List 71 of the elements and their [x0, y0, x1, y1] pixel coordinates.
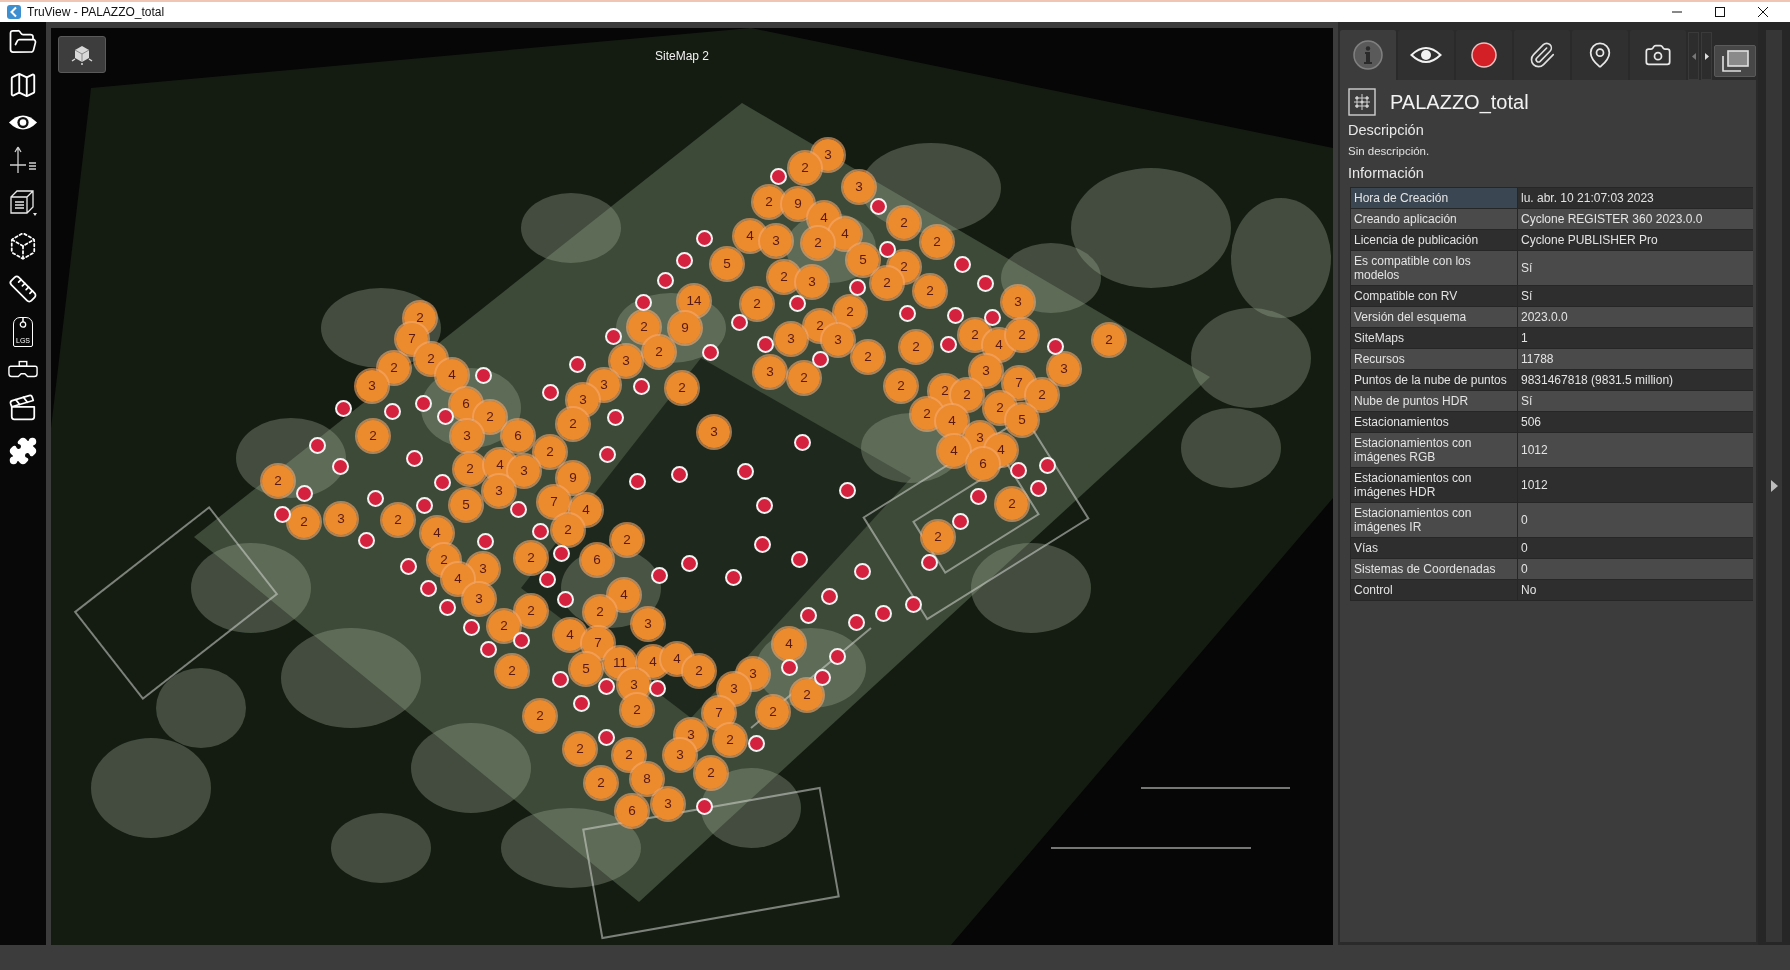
- float-panel-button[interactable]: [1714, 45, 1756, 77]
- app-logo-icon: [7, 5, 21, 19]
- property-value: 1012: [1518, 468, 1753, 502]
- cube-icon[interactable]: [8, 188, 38, 218]
- property-label: Estacionamientos: [1351, 412, 1517, 432]
- property-value: 0: [1518, 538, 1753, 558]
- description-text: Sin descripción.: [1348, 145, 1430, 157]
- folded-map-icon[interactable]: [8, 70, 38, 100]
- information-heading: Información: [1348, 165, 1424, 181]
- caret-right-icon: [1770, 480, 1778, 492]
- property-value: Sí: [1518, 251, 1753, 285]
- description-heading: Descripción: [1348, 122, 1424, 138]
- property-label: Recursos: [1351, 349, 1517, 369]
- property-label: Puntos de la nube de puntos: [1351, 370, 1517, 390]
- clapperboard-icon[interactable]: [8, 393, 38, 423]
- puzzle-icon[interactable]: [8, 436, 38, 466]
- record-icon: [1471, 42, 1497, 68]
- property-label: Versión del esquema: [1351, 307, 1517, 327]
- property-label: Estacionamientos con imágenes HDR: [1351, 468, 1517, 502]
- property-value: 1012: [1518, 433, 1753, 467]
- property-value: 2023.0.0: [1518, 307, 1753, 327]
- panel-tab[interactable]: [1456, 30, 1512, 80]
- property-value: 506: [1518, 412, 1753, 432]
- ruler-icon[interactable]: [8, 274, 38, 304]
- property-value: 11788: [1518, 349, 1753, 369]
- property-value: 1: [1518, 328, 1753, 348]
- property-value: Sí: [1518, 391, 1753, 411]
- goggles-icon[interactable]: [8, 360, 38, 380]
- paperclip-icon: [1528, 41, 1556, 69]
- property-label: Estacionamientos con imágenes IR: [1351, 503, 1517, 537]
- property-label: Es compatible con los modelos: [1351, 251, 1517, 285]
- window-title: TruView - PALAZZO_total: [27, 5, 165, 19]
- panel-tab[interactable]: [1572, 30, 1628, 80]
- property-label: Creando aplicación: [1351, 209, 1517, 229]
- property-value: lu. abr. 10 21:07:03 2023: [1518, 188, 1753, 208]
- property-value: Cyclone REGISTER 360 2023.0.0: [1518, 209, 1753, 229]
- caret-right-icon: [1704, 52, 1709, 60]
- property-label: Nube de puntos HDR: [1351, 391, 1517, 411]
- caret-left-icon: [1691, 52, 1696, 60]
- axis-icon[interactable]: [8, 145, 38, 175]
- panel-tab[interactable]: [1398, 30, 1454, 80]
- property-label: Compatible con RV: [1351, 286, 1517, 306]
- dashed-cube-icon[interactable]: [8, 231, 38, 261]
- network-grid-icon: [1348, 88, 1376, 116]
- panel-tab[interactable]: [1514, 30, 1570, 80]
- sitemap-label: SiteMap 2: [655, 49, 710, 63]
- property-label: Vías: [1351, 538, 1517, 558]
- property-value: Cyclone PUBLISHER Pro: [1518, 230, 1753, 250]
- property-label: Control: [1351, 580, 1517, 600]
- eye-icon: [1410, 45, 1442, 65]
- maximize-icon[interactable]: [1715, 7, 1725, 17]
- property-value: 0: [1518, 559, 1753, 579]
- panel-tab[interactable]: [1630, 30, 1686, 80]
- station-marker-icon[interactable]: [649, 680, 666, 697]
- tab-scroll-right-button[interactable]: [1701, 32, 1712, 80]
- property-value: 0: [1518, 503, 1753, 537]
- property-label: Hora de Creación: [1351, 188, 1517, 208]
- property-label: SiteMaps: [1351, 328, 1517, 348]
- project-title: PALAZZO_total: [1390, 90, 1529, 114]
- property-value: Sí: [1518, 286, 1753, 306]
- property-label: Licencia de publicación: [1351, 230, 1517, 250]
- close-icon[interactable]: [1758, 7, 1768, 17]
- ring-icon: [19, 318, 27, 328]
- eye-icon[interactable]: [8, 113, 38, 132]
- property-value: 9831467818 (9831.5 million): [1518, 370, 1753, 390]
- overlapping-squares-icon: [1721, 50, 1749, 72]
- property-label: Sistemas de Coordenadas: [1351, 559, 1517, 579]
- info-icon: [1353, 40, 1383, 70]
- view-mode-button[interactable]: [58, 36, 106, 73]
- property-value: No: [1518, 580, 1753, 600]
- property-label: Estacionamientos con imágenes RGB: [1351, 433, 1517, 467]
